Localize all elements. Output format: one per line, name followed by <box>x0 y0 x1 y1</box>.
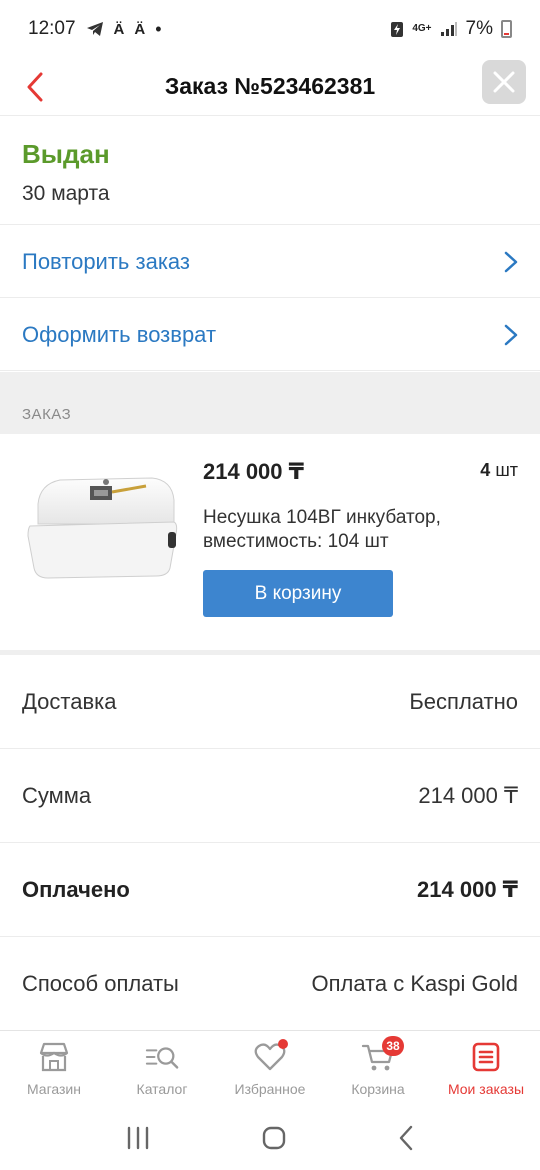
status-time: 12:07 <box>28 18 76 39</box>
payment-method-value: Оплата с Kaspi Gold <box>311 970 518 996</box>
quantity-number: 4 <box>480 460 491 480</box>
repeat-order-label: Повторить заказ <box>22 248 190 274</box>
quantity-unit: шт <box>495 460 518 480</box>
close-button[interactable] <box>482 60 526 104</box>
order-status-block: Выдан 30 марта <box>0 117 540 225</box>
order-status: Выдан <box>22 139 110 169</box>
chevron-right-icon <box>504 251 518 272</box>
sum-row: Сумма 214 000 ₸ <box>0 749 540 843</box>
shop-icon <box>37 1041 71 1073</box>
product-name[interactable]: Несушка 104ВГ инкубатор, вместимость: 10… <box>203 506 503 554</box>
back-nav-icon[interactable] <box>397 1125 415 1151</box>
battery-saver-icon <box>391 22 404 37</box>
product-quantity: 4 шт <box>480 460 518 481</box>
repeat-order-row[interactable]: Повторить заказ <box>0 226 540 298</box>
tab-cart[interactable]: 38 Корзина <box>324 1031 432 1106</box>
tab-favorites[interactable]: Избранное <box>216 1031 324 1106</box>
tab-shop-label: Магазин <box>26 1081 81 1097</box>
return-order-row[interactable]: Оформить возврат <box>0 299 540 371</box>
order-date: 30 марта <box>22 182 110 205</box>
product-image[interactable] <box>24 464 180 604</box>
paid-row: Оплачено 214 000 ₸ <box>0 843 540 937</box>
tab-catalog[interactable]: Каталог <box>108 1031 216 1106</box>
payment-method-row: Способ оплаты Оплата с Kaspi Gold <box>0 937 540 1031</box>
delivery-label: Доставка <box>22 688 117 714</box>
tab-shop[interactable]: Магазин <box>0 1031 108 1106</box>
sum-label: Сумма <box>22 782 92 808</box>
tab-favorites-label: Избранное <box>234 1081 306 1097</box>
sum-value: 214 000 ₸ <box>418 782 518 808</box>
battery-percent: 7% <box>465 18 493 39</box>
tab-catalog-label: Каталог <box>136 1081 188 1097</box>
page-title: Заказ №523462381 <box>164 73 376 99</box>
header: Заказ №523462381 <box>0 58 540 116</box>
battery-icon <box>501 20 512 38</box>
close-icon <box>493 71 515 93</box>
catalog-search-icon <box>145 1041 179 1073</box>
app-a-icon-2: Ӓ <box>134 20 146 38</box>
product-card: 214 000 ₸ 4 шт Несушка 104ВГ инкубатор, … <box>0 434 540 650</box>
orders-icon <box>469 1041 503 1073</box>
telegram-icon <box>86 22 103 36</box>
payment-method-label: Способ оплаты <box>22 970 179 996</box>
back-button[interactable] <box>26 67 56 107</box>
chevron-right-icon <box>504 324 518 345</box>
delivery-row: Доставка Бесплатно <box>0 655 540 749</box>
more-dot-icon: • <box>155 18 162 39</box>
chevron-left-icon <box>27 72 43 102</box>
bottom-tab-bar: Магазин Каталог Избранное 38 Корзина Мои… <box>0 1030 540 1106</box>
add-to-cart-button[interactable]: В корзину <box>203 570 393 617</box>
home-icon[interactable] <box>261 1125 287 1151</box>
recent-apps-icon[interactable] <box>125 1126 151 1150</box>
signal-icon <box>440 22 457 36</box>
paid-value: 214 000 ₸ <box>417 876 518 902</box>
network-type: 4G+ <box>412 23 432 34</box>
tab-my-orders[interactable]: Мои заказы <box>432 1031 540 1106</box>
notification-icons: Ӓ Ӓ • <box>86 19 162 40</box>
delivery-value: Бесплатно <box>409 688 518 714</box>
tab-cart-label: Корзина <box>351 1081 405 1097</box>
app-a-icon: Ӓ <box>113 20 125 38</box>
system-nav-bar <box>0 1106 540 1170</box>
section-header: ЗАКАЗ <box>0 372 540 434</box>
status-bar: 12:07 Ӓ Ӓ • 4G+ 7% <box>0 0 540 58</box>
notification-dot <box>278 1039 288 1049</box>
return-order-label: Оформить возврат <box>22 321 217 347</box>
status-right: 4G+ 7% <box>390 18 512 40</box>
cart-badge: 38 <box>382 1036 404 1056</box>
tab-my-orders-label: Мои заказы <box>447 1081 525 1097</box>
paid-label: Оплачено <box>22 876 130 902</box>
product-price: 214 000 ₸ <box>203 459 304 484</box>
